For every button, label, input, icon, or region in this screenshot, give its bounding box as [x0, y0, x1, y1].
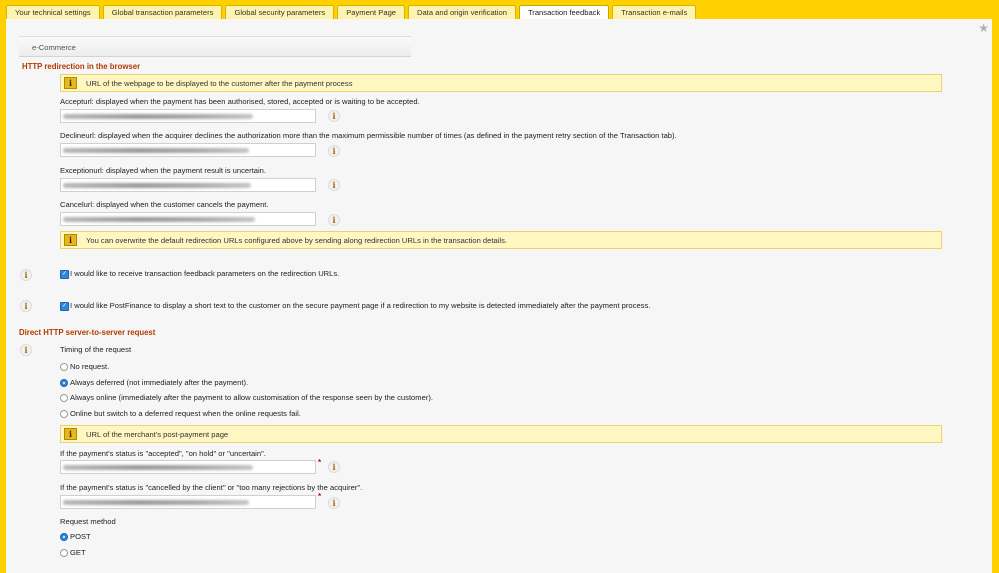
- cancelled-status-label: If the payment's status is "cancelled by…: [60, 483, 363, 492]
- exceptionurl-label: Exceptionurl: displayed when the payment…: [60, 166, 266, 175]
- tab-global-security-parameters[interactable]: Global security parameters: [225, 5, 335, 19]
- tab-transaction-emails[interactable]: Transaction e-mails: [612, 5, 697, 19]
- overwrite-urls-notice: i You can overwrite the default redirect…: [60, 231, 942, 249]
- tab-payment-page[interactable]: Payment Page: [337, 5, 406, 19]
- short-text-checkbox[interactable]: ✓: [60, 302, 69, 311]
- radio-online-fallback-label: Online but switch to a deferred request …: [70, 409, 301, 418]
- info-icon[interactable]: i: [20, 300, 32, 312]
- timing-label: Timing of the request: [60, 345, 132, 354]
- short-text-label: I would like PostFinance to display a sh…: [70, 301, 651, 310]
- redirect-url-notice: i URL of the webpage to be displayed to …: [60, 74, 942, 92]
- tab-transaction-feedback[interactable]: Transaction feedback: [518, 5, 610, 20]
- radio-no-request-label: No request.: [70, 362, 110, 371]
- star-icon[interactable]: ★: [978, 22, 989, 34]
- warning-info-icon: i: [64, 77, 77, 89]
- radio-always-online-label: Always online (immediately after the pay…: [70, 393, 433, 402]
- cancelled-status-url-input[interactable]: [60, 495, 316, 509]
- accepted-status-label: If the payment's status is "accepted", "…: [60, 449, 266, 458]
- accepted-status-url-input[interactable]: [60, 460, 316, 474]
- warning-info-icon: i: [64, 428, 77, 440]
- post-payment-url-notice: i URL of the merchant's post-payment pag…: [60, 425, 942, 443]
- settings-panel: ★ e-Commerce HTTP redirection in the bro…: [6, 19, 992, 573]
- tab-technical-settings[interactable]: Your technical settings: [6, 5, 100, 19]
- accepturl-label: Accepturl: displayed when the payment ha…: [60, 97, 420, 106]
- required-mark: *: [318, 492, 322, 501]
- feedback-params-label: I would like to receive transaction feed…: [70, 269, 340, 278]
- radio-online-fallback[interactable]: [60, 410, 68, 418]
- radio-method-get[interactable]: [60, 549, 68, 557]
- info-icon[interactable]: i: [328, 497, 340, 509]
- cancelurl-input[interactable]: [60, 212, 316, 226]
- request-method-label: Request method: [60, 517, 116, 526]
- radio-method-get-label: GET: [70, 548, 86, 557]
- info-icon[interactable]: i: [328, 179, 340, 191]
- radio-always-deferred[interactable]: [60, 379, 68, 387]
- radio-method-post-label: POST: [70, 532, 91, 541]
- server-to-server-title: Direct HTTP server-to-server request: [19, 328, 156, 337]
- info-icon[interactable]: i: [328, 145, 340, 157]
- notice-text: URL of the merchant's post-payment page: [86, 430, 229, 439]
- declineurl-label: Declineurl: displayed when the acquirer …: [60, 131, 677, 140]
- notice-text: You can overwrite the default redirectio…: [86, 236, 507, 245]
- feedback-params-checkbox[interactable]: ✓: [60, 270, 69, 279]
- info-icon[interactable]: i: [20, 269, 32, 281]
- tab-global-transaction-parameters[interactable]: Global transaction parameters: [102, 5, 223, 19]
- cancelurl-label: Cancelurl: displayed when the customer c…: [60, 200, 269, 209]
- info-icon[interactable]: i: [328, 461, 340, 473]
- radio-method-post[interactable]: [60, 533, 68, 541]
- radio-always-online[interactable]: [60, 394, 68, 402]
- tab-bar: Your technical settings Global transacti…: [6, 5, 697, 20]
- radio-no-request[interactable]: [60, 363, 68, 371]
- declineurl-input[interactable]: [60, 143, 316, 157]
- tab-data-origin-verification[interactable]: Data and origin verification: [408, 5, 516, 19]
- ecommerce-subheader: e-Commerce: [19, 36, 411, 57]
- info-icon[interactable]: i: [328, 110, 340, 122]
- info-icon[interactable]: i: [328, 214, 340, 226]
- http-redirection-title: HTTP redirection in the browser: [22, 62, 141, 71]
- info-icon[interactable]: i: [20, 344, 32, 356]
- exceptionurl-input[interactable]: [60, 178, 316, 192]
- required-mark: *: [318, 458, 322, 467]
- radio-always-deferred-label: Always deferred (not immediately after t…: [70, 378, 249, 387]
- warning-info-icon: i: [64, 234, 77, 246]
- notice-text: URL of the webpage to be displayed to th…: [86, 79, 353, 88]
- accepturl-input[interactable]: [60, 109, 316, 123]
